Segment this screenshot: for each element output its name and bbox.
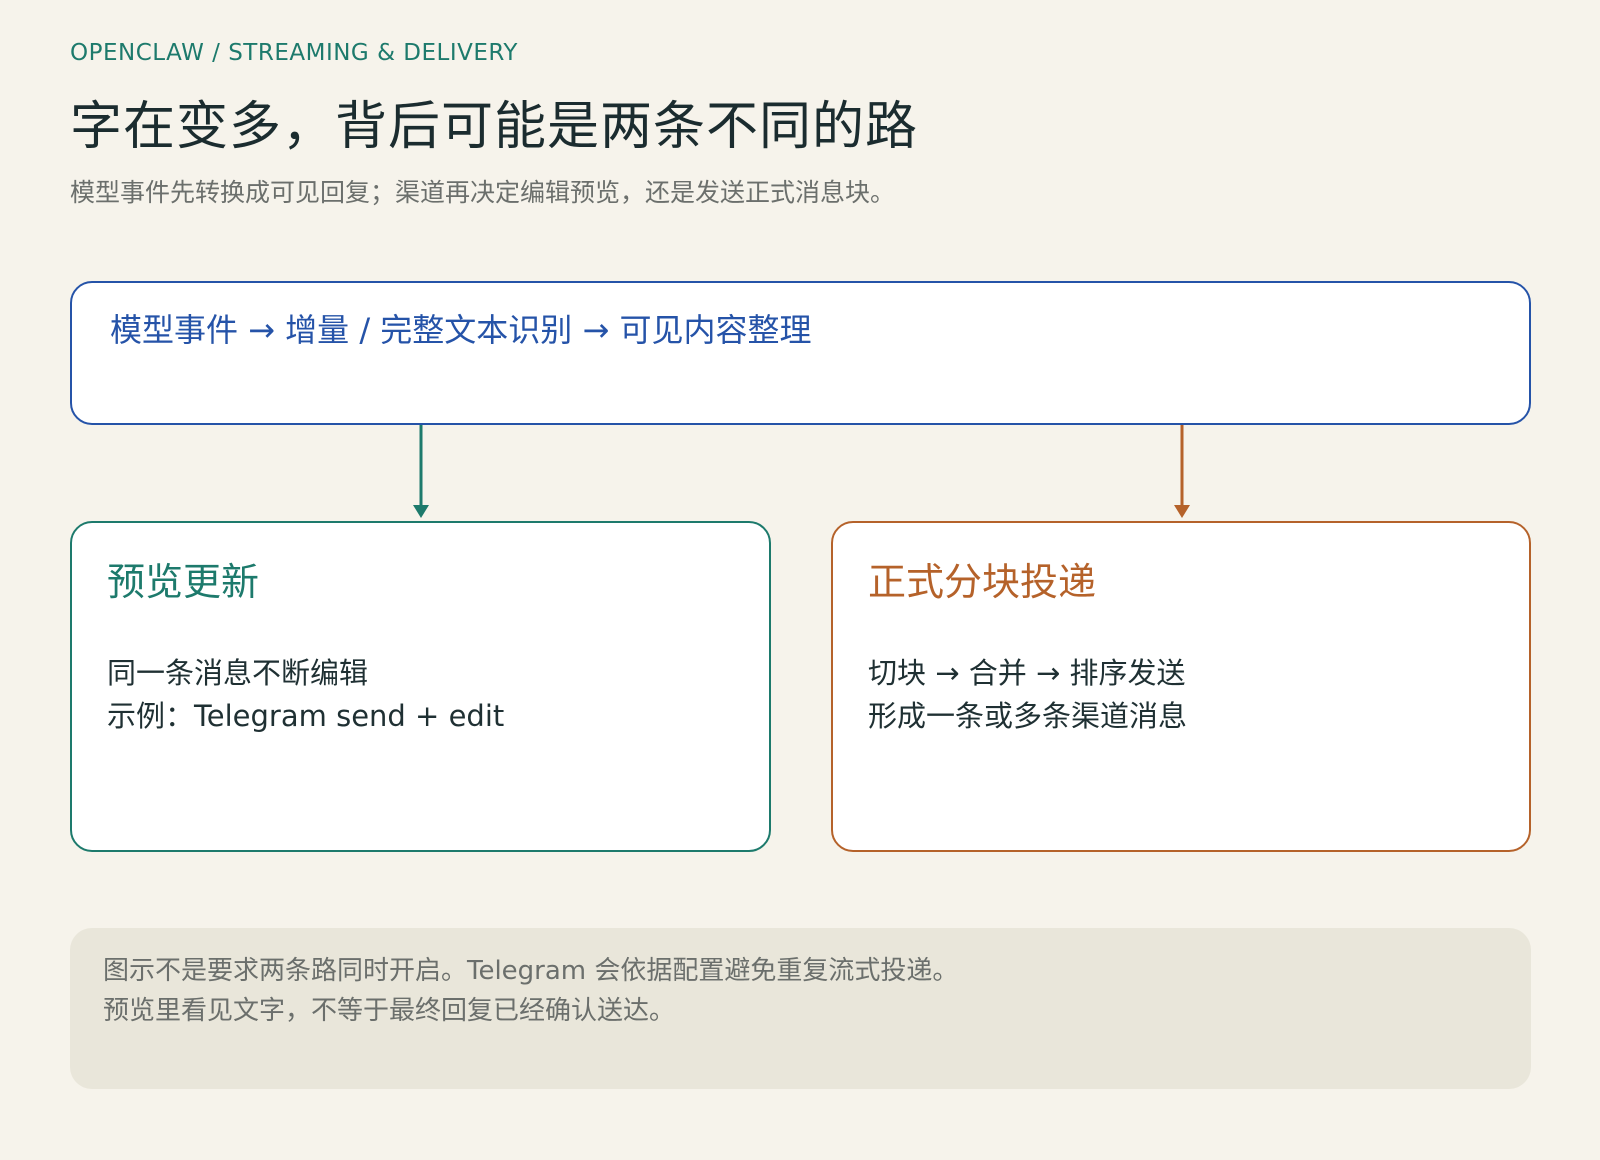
preview-title: 预览更新 (107, 560, 260, 604)
preview-box: 预览更新 同一条消息不断编辑 示例：Telegram send + edit (70, 521, 771, 852)
note-line-2: 预览里看见文字，不等于最终回复已经确认送达。 (103, 996, 676, 1026)
arrow-to-delivery-head (1174, 505, 1190, 518)
pipeline-text: 模型事件 → 增量 / 完整文本识别 → 可见内容整理 (110, 311, 812, 349)
preview-line-2: 示例：Telegram send + edit (107, 699, 505, 733)
delivery-line-2: 形成一条或多条渠道消息 (868, 699, 1188, 733)
page-title: 字在变多，背后可能是两条不同的路 (70, 97, 919, 157)
delivery-title: 正式分块投递 (868, 560, 1097, 604)
page-subtitle: 模型事件先转换成可见回复；渠道再决定编辑预览，还是发送正式消息块。 (70, 178, 896, 207)
delivery-line-1: 切块 → 合并 → 排序发送 (868, 656, 1186, 690)
preview-line-1: 同一条消息不断编辑 (107, 656, 369, 690)
note-box: 图示不是要求两条路同时开启。Telegram 会依据配置避免重复流式投递。 预览… (70, 928, 1531, 1089)
arrow-to-preview-head (413, 505, 429, 518)
eyebrow-breadcrumb: OPENCLAW / STREAMING & DELIVERY (70, 40, 518, 66)
delivery-box: 正式分块投递 切块 → 合并 → 排序发送 形成一条或多条渠道消息 (831, 521, 1531, 852)
note-line-1: 图示不是要求两条路同时开启。Telegram 会依据配置避免重复流式投递。 (103, 956, 959, 986)
pipeline-box: 模型事件 → 增量 / 完整文本识别 → 可见内容整理 (70, 281, 1531, 425)
